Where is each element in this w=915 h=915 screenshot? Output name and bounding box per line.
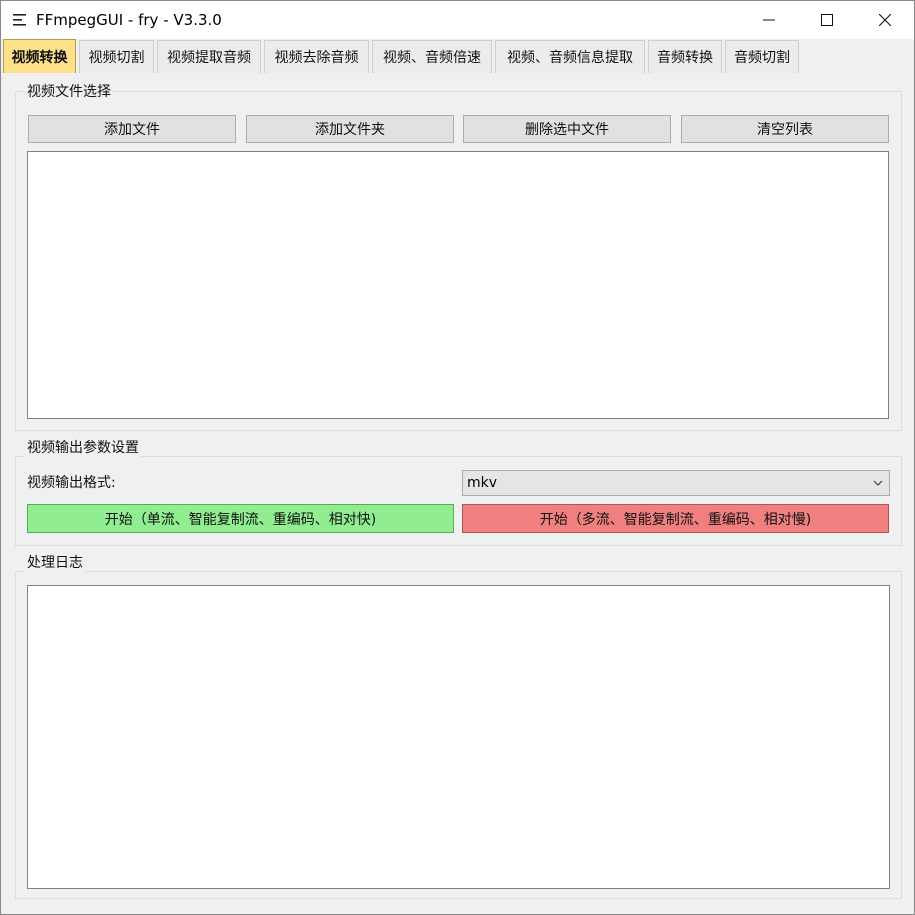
file-listbox[interactable] [27,151,889,419]
start-multi-stream-button[interactable]: 开始（多流、智能复制流、重编码、相对慢) [462,504,889,533]
format-select[interactable]: mkv [462,470,890,496]
close-icon [879,14,891,26]
close-button[interactable] [856,1,914,39]
minimize-icon [763,19,775,21]
app-window: FFmpegGUI - fry - V3.3.0 视频转换 视频切割 视频提取音… [0,0,915,915]
minimize-button[interactable] [740,1,798,39]
tab-remove-audio[interactable]: 视频去除音频 [264,40,369,73]
tab-speed[interactable]: 视频、音频倍速 [372,40,492,73]
window-title: FFmpegGUI - fry - V3.3.0 [36,11,222,29]
format-select-value: mkv [467,475,498,491]
tab-info-extract[interactable]: 视频、音频信息提取 [495,40,645,73]
file-select-title: 视频文件选择 [25,83,113,101]
tab-video-cut[interactable]: 视频切割 [79,40,154,73]
tab-extract-audio[interactable]: 视频提取音频 [157,40,261,73]
maximize-icon [821,14,833,26]
tab-bar: 视频转换 视频切割 视频提取音频 视频去除音频 视频、音频倍速 视频、音频信息提… [1,39,914,73]
maximize-button[interactable] [798,1,856,39]
add-file-button[interactable]: 添加文件 [28,115,236,143]
tab-content-panel: 视频文件选择 添加文件 添加文件夹 删除选中文件 清空列表 视频输出参数设置 视… [3,73,914,914]
tab-audio-convert[interactable]: 音频转换 [648,40,722,73]
clear-list-button[interactable]: 清空列表 [681,115,889,143]
delete-selected-button[interactable]: 删除选中文件 [463,115,671,143]
start-single-stream-button[interactable]: 开始（单流、智能复制流、重编码、相对快) [27,504,454,533]
tab-video-convert[interactable]: 视频转换 [3,39,76,73]
log-title: 处理日志 [25,554,85,572]
add-folder-button[interactable]: 添加文件夹 [246,115,454,143]
title-bar: FFmpegGUI - fry - V3.3.0 [1,1,914,39]
output-settings-title: 视频输出参数设置 [25,439,141,457]
format-label: 视频输出格式: [27,475,116,491]
menu-icon[interactable] [12,12,28,28]
tab-audio-cut[interactable]: 音频切割 [725,40,799,73]
chevron-down-icon [873,480,883,486]
log-textarea[interactable] [27,585,890,889]
